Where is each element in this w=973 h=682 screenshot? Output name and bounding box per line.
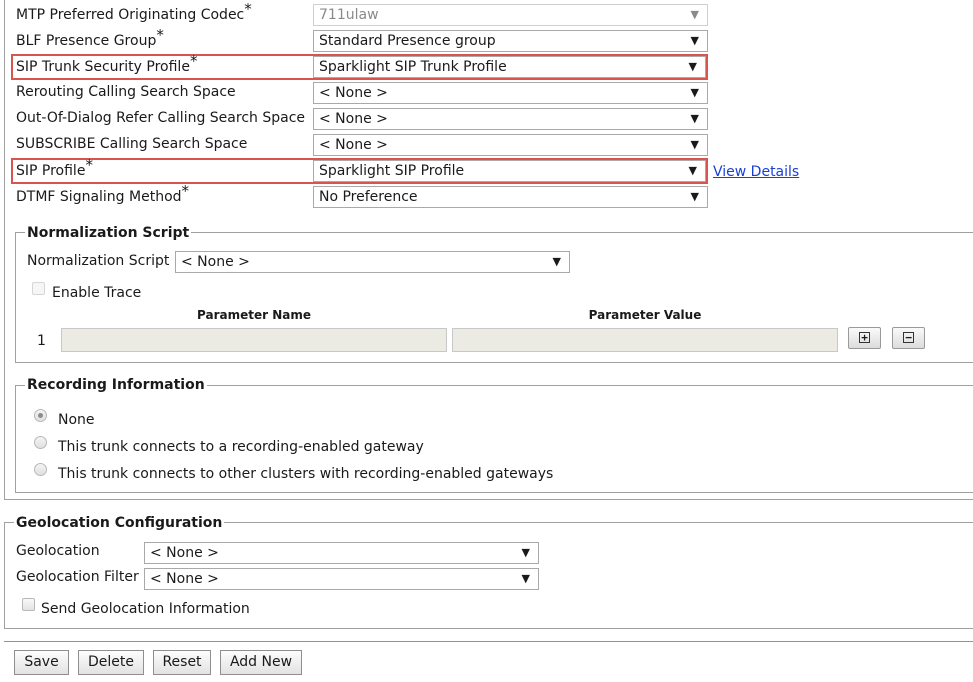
chevron-down-icon: ▼ bbox=[690, 34, 699, 47]
dtmf-method-select[interactable]: No Preference ▼ bbox=[313, 186, 708, 208]
geolocation-filter-label: Geolocation Filter bbox=[16, 569, 139, 585]
normalization-legend: Normalization Script bbox=[25, 224, 192, 242]
geolocation-legend: Geolocation Configuration bbox=[14, 514, 225, 532]
chevron-down-icon: ▼ bbox=[690, 86, 699, 99]
parameter-value-input[interactable] bbox=[452, 328, 838, 352]
sip-trunk-security-profile-select[interactable]: Sparklight SIP Trunk Profile ▼ bbox=[313, 56, 706, 78]
mtp-codec-label: MTP Preferred Originating Codec* bbox=[16, 0, 252, 23]
blf-presence-group-label: BLF Presence Group* bbox=[16, 26, 164, 49]
parameter-value-header: Parameter Value bbox=[588, 308, 702, 322]
normalization-script-label: Normalization Script bbox=[27, 253, 170, 269]
geolocation-filter-select[interactable]: < None > ▼ bbox=[144, 568, 539, 590]
parameter-name-input[interactable] bbox=[61, 328, 447, 352]
view-details-link[interactable]: View Details bbox=[713, 163, 799, 181]
outer-panel-left-border bbox=[4, 0, 5, 500]
delete-button[interactable]: Delete bbox=[78, 650, 144, 675]
recording-gateway-radio[interactable] bbox=[34, 436, 47, 449]
action-bar-divider bbox=[4, 641, 973, 642]
chevron-down-icon: ▼ bbox=[690, 112, 699, 125]
add-parameter-button[interactable]: + bbox=[848, 327, 881, 349]
dtmf-method-label: DTMF Signaling Method* bbox=[16, 182, 190, 205]
geolocation-label: Geolocation bbox=[16, 543, 100, 559]
recording-none-radio[interactable] bbox=[34, 409, 47, 422]
sip-profile-label: SIP Profile* bbox=[16, 156, 93, 179]
mtp-codec-select[interactable]: 711ulaw ▼ bbox=[313, 4, 708, 26]
chevron-down-icon: ▼ bbox=[688, 164, 697, 177]
chevron-down-icon: ▼ bbox=[688, 60, 697, 73]
ood-refer-css-label: Out-Of-Dialog Refer Calling Search Space bbox=[16, 110, 306, 126]
geolocation-select[interactable]: < None > ▼ bbox=[144, 542, 539, 564]
chevron-down-icon: ▼ bbox=[552, 255, 561, 268]
reset-button[interactable]: Reset bbox=[153, 650, 211, 675]
subscribe-css-label: SUBSCRIBE Calling Search Space bbox=[16, 136, 248, 152]
remove-parameter-button[interactable]: − bbox=[892, 327, 925, 349]
subscribe-css-select[interactable]: < None > ▼ bbox=[313, 134, 708, 156]
recording-legend: Recording Information bbox=[25, 376, 207, 394]
chevron-down-icon: ▼ bbox=[521, 572, 530, 585]
send-geolocation-label: Send Geolocation Information bbox=[41, 601, 250, 617]
sip-trunk-security-profile-label: SIP Trunk Security Profile* bbox=[16, 52, 198, 75]
parameter-name-header: Parameter Name bbox=[197, 308, 311, 322]
add-new-button[interactable]: Add New bbox=[220, 650, 302, 675]
plus-square-icon: + bbox=[859, 332, 870, 343]
chevron-down-icon: ▼ bbox=[690, 138, 699, 151]
enable-trace-checkbox[interactable] bbox=[32, 282, 45, 295]
minus-square-icon: − bbox=[903, 332, 914, 343]
chevron-down-icon: ▼ bbox=[521, 546, 530, 559]
recording-gateway-label: This trunk connects to a recording-enabl… bbox=[58, 439, 424, 455]
parameter-row-index: 1 bbox=[37, 333, 46, 349]
enable-trace-label: Enable Trace bbox=[52, 285, 142, 301]
rerouting-css-label: Rerouting Calling Search Space bbox=[16, 84, 236, 100]
normalization-script-select[interactable]: < None > ▼ bbox=[175, 251, 570, 273]
recording-clusters-radio[interactable] bbox=[34, 463, 47, 476]
save-button[interactable]: Save bbox=[14, 650, 69, 675]
sip-profile-select[interactable]: Sparklight SIP Profile ▼ bbox=[313, 160, 706, 182]
blf-presence-group-select[interactable]: Standard Presence group ▼ bbox=[313, 30, 708, 52]
chevron-down-icon: ▼ bbox=[690, 8, 699, 21]
send-geolocation-checkbox[interactable] bbox=[22, 598, 35, 611]
outer-panel-bottom-border bbox=[4, 499, 973, 500]
recording-clusters-label: This trunk connects to other clusters wi… bbox=[58, 466, 554, 482]
rerouting-css-select[interactable]: < None > ▼ bbox=[313, 82, 708, 104]
recording-none-label: None bbox=[58, 412, 95, 428]
chevron-down-icon: ▼ bbox=[690, 190, 699, 203]
ood-refer-css-select[interactable]: < None > ▼ bbox=[313, 108, 708, 130]
